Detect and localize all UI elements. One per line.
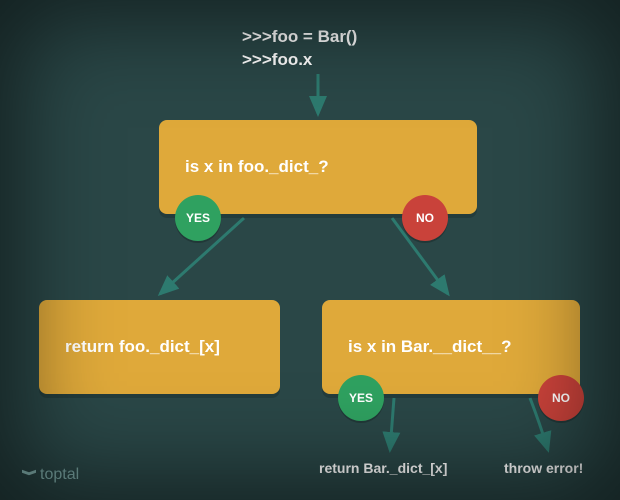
result-left-text: return foo._dict_[x] bbox=[65, 337, 220, 357]
arrows-layer bbox=[0, 0, 620, 500]
no-badge-1: NO bbox=[402, 195, 448, 241]
code-line-2: >>>foo.x bbox=[242, 49, 357, 72]
vignette-overlay bbox=[0, 0, 620, 500]
code-block: >>>foo = Bar() >>>foo.x bbox=[242, 26, 357, 72]
yes-badge-1-label: YES bbox=[186, 211, 210, 225]
question-1-text: is x in foo._dict_? bbox=[185, 157, 329, 177]
code-line-1: >>>foo = Bar() bbox=[242, 26, 357, 49]
question-2-text: is x in Bar.__dict__? bbox=[348, 337, 511, 357]
terminal-result-right: throw error! bbox=[504, 460, 583, 476]
arrow-q2-yes bbox=[390, 398, 394, 450]
no-badge-2: NO bbox=[538, 375, 584, 421]
toptal-logo: toptal bbox=[22, 466, 79, 484]
yes-badge-1: YES bbox=[175, 195, 221, 241]
result-box-left: return foo._dict_[x] bbox=[39, 300, 280, 394]
toptal-logo-icon bbox=[22, 468, 36, 482]
yes-badge-2: YES bbox=[338, 375, 384, 421]
toptal-logo-text: toptal bbox=[40, 466, 79, 484]
yes-badge-2-label: YES bbox=[349, 391, 373, 405]
no-badge-1-label: NO bbox=[416, 211, 434, 225]
no-badge-2-label: NO bbox=[552, 391, 570, 405]
terminal-result-left: return Bar._dict_[x] bbox=[319, 460, 447, 476]
